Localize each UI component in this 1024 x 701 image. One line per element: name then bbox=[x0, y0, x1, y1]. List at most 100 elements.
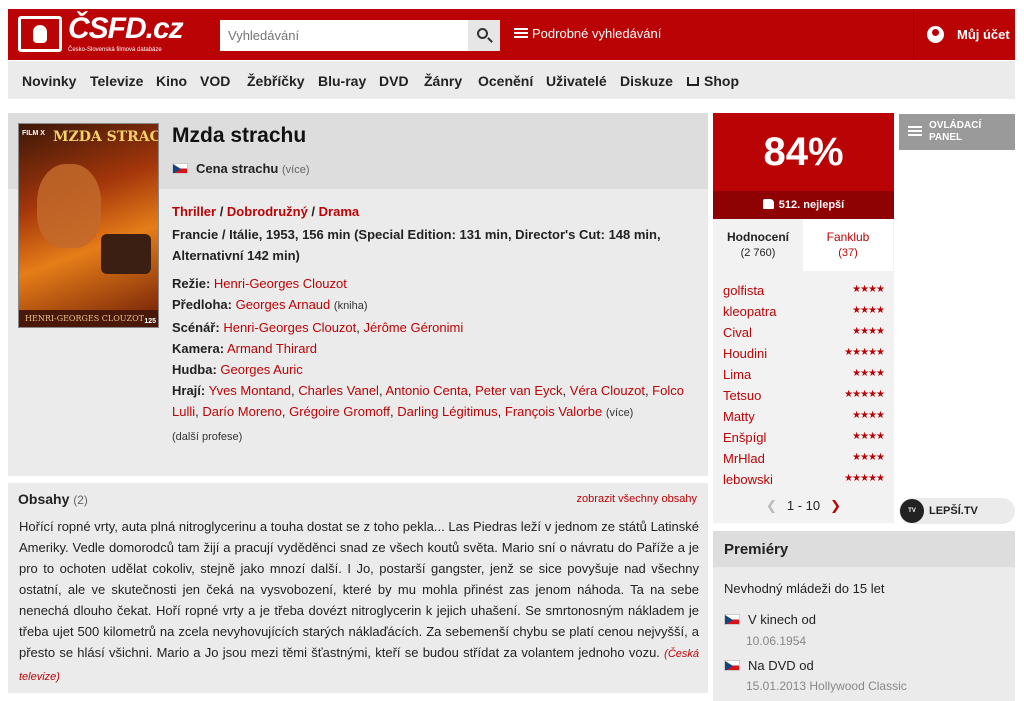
control-panel-button[interactable]: OVLÁDACÍ PANEL bbox=[899, 114, 1015, 150]
rating-user-link[interactable]: Tetsuo bbox=[723, 388, 761, 403]
actor-link[interactable]: Yves Montand bbox=[209, 383, 291, 398]
music-link[interactable]: Georges Auric bbox=[220, 362, 302, 377]
rating-user-link[interactable]: lebowski bbox=[723, 472, 773, 487]
nav-item-bluray[interactable]: Blu-ray bbox=[318, 73, 366, 89]
rating-box: 84% 512. nejlepší Hodnocení (2 760) Fankl… bbox=[713, 113, 894, 523]
tab-fanclub-count: (37) bbox=[838, 247, 858, 259]
actor-link[interactable]: Véra Clouzot bbox=[570, 383, 645, 398]
rating-stars-icon: ★★★★ bbox=[852, 368, 885, 379]
plot-heading: Obsahy (2) bbox=[18, 491, 88, 507]
rating-user-link[interactable]: Matty bbox=[723, 409, 755, 424]
tab-ratings-label: Hodnocení bbox=[727, 230, 789, 244]
logo-subtitle: Česko-Slovenská filmová databáze bbox=[68, 47, 162, 53]
film-poster[interactable]: FILM X MZDA STRACHU HENRI-GEORGES CLOUZO… bbox=[18, 123, 159, 328]
nav-item-televize[interactable]: Televize bbox=[90, 73, 143, 89]
rating-user-link[interactable]: Lima bbox=[723, 367, 751, 382]
directing-label: Režie: bbox=[172, 276, 211, 291]
nav-item-diskuze[interactable]: Diskuze bbox=[620, 73, 673, 89]
rating-stars-icon: ★★★★★ bbox=[844, 347, 885, 358]
user-ratings-list: golfista ★★★★ kleopatra ★★★★ Cival ★★★★ Houdin… bbox=[713, 281, 894, 491]
thumbs-up-icon bbox=[762, 199, 774, 209]
nav-item-uzivatele[interactable]: Uživatelé bbox=[546, 73, 607, 89]
best-rank[interactable]: 512. nejlepší bbox=[713, 191, 894, 219]
rating-user-link[interactable]: golfista bbox=[723, 283, 764, 298]
logo-icon bbox=[18, 16, 62, 52]
sliders-icon bbox=[514, 28, 528, 39]
tab-ratings[interactable]: Hodnocení (2 760) bbox=[713, 219, 803, 271]
nav-item-zanry[interactable]: Žánry bbox=[424, 73, 462, 89]
genre-dobrodruzny[interactable]: Dobrodružný bbox=[227, 204, 308, 219]
rating-user-link[interactable]: Enšpígl bbox=[723, 430, 766, 445]
film-crew: Režie: Henri-Georges Clouzot Předloha: G… bbox=[172, 276, 684, 443]
site-logo[interactable]: ČSFD.cz Česko-Slovenská filmová databáze bbox=[18, 12, 188, 56]
account-button[interactable]: Můj účet bbox=[913, 9, 1015, 60]
plot-section: Obsahy (2) zobrazit všechny obsahy Hoříc… bbox=[8, 483, 708, 693]
film-origin: Francie / Itálie, 1953, 156 min (Special… bbox=[172, 227, 661, 263]
control-panel-label: OVLÁDACÍ PANEL bbox=[929, 120, 982, 143]
ratings-pager: ❮ 1 - 10 ❯ bbox=[713, 498, 894, 514]
nav-item-vod[interactable]: VOD bbox=[200, 73, 230, 89]
rating-score: 84% bbox=[713, 113, 894, 191]
rating-user-link[interactable]: MrHlad bbox=[723, 451, 765, 466]
actor-link[interactable]: Peter van Eyck bbox=[475, 383, 562, 398]
page-title: Mzda strachu bbox=[172, 124, 307, 147]
rating-stars-icon: ★★★★ bbox=[852, 431, 885, 442]
search-input[interactable] bbox=[220, 20, 468, 51]
lepsi-tv-icon: TV bbox=[900, 499, 924, 523]
actor-link[interactable]: Darling Légitimus bbox=[397, 404, 497, 419]
actor-link[interactable]: Antonio Centa bbox=[385, 383, 467, 398]
next-page-icon[interactable]: ❯ bbox=[830, 498, 841, 513]
actor-link[interactable]: François Valorbe bbox=[505, 404, 602, 419]
premiere-dvd-date: 15.01.2013 Hollywood Classic bbox=[746, 679, 907, 693]
nav-item-shop[interactable]: Shop bbox=[687, 73, 739, 89]
alt-names-more-link[interactable]: (více) bbox=[282, 164, 310, 176]
nav-item-oceneni[interactable]: Ocenění bbox=[478, 73, 533, 89]
rating-row: kleopatra ★★★★ bbox=[713, 302, 894, 323]
account-label: Můj účet bbox=[957, 27, 1010, 42]
genre-drama[interactable]: Drama bbox=[319, 204, 359, 219]
lepsi-tv-link[interactable]: TV LEPŠÍ.TV bbox=[899, 498, 1015, 524]
nav-item-dvd[interactable]: DVD bbox=[379, 73, 409, 89]
plot-count: (2) bbox=[73, 493, 88, 507]
nav-shop-label: Shop bbox=[704, 73, 739, 89]
user-icon bbox=[927, 26, 944, 43]
actor-link[interactable]: Grégoire Gromoff bbox=[289, 404, 390, 419]
genre-thriller[interactable]: Thriller bbox=[172, 204, 216, 219]
source-author-link[interactable]: Georges Arnaud bbox=[236, 297, 331, 312]
advanced-search-label: Podrobné vyhledávání bbox=[532, 26, 662, 41]
czech-flag-icon bbox=[724, 660, 740, 671]
lepsi-tv-label: LEPŠÍ.TV bbox=[929, 505, 978, 517]
rating-user-link[interactable]: Houdini bbox=[723, 346, 767, 361]
cast-more-link[interactable]: (více) bbox=[606, 407, 634, 419]
more-professions-link[interactable]: (další profese) bbox=[172, 431, 242, 443]
rating-user-link[interactable]: Cival bbox=[723, 325, 752, 340]
prev-page-icon[interactable]: ❮ bbox=[766, 498, 777, 513]
premieres-box: Premiéry Nevhodný mládeži do 15 let V ki… bbox=[713, 531, 1015, 701]
rating-row: Cival ★★★★ bbox=[713, 323, 894, 344]
director-link[interactable]: Henri-Georges Clouzot bbox=[214, 276, 347, 291]
search-button[interactable] bbox=[468, 20, 500, 51]
camera-link[interactable]: Armand Thirard bbox=[227, 341, 317, 356]
nav-item-novinky[interactable]: Novinky bbox=[22, 73, 76, 89]
poster-machine bbox=[101, 234, 151, 274]
cart-icon bbox=[687, 77, 699, 86]
rating-row: Houdini ★★★★★ bbox=[713, 344, 894, 365]
actor-link[interactable]: Darío Moreno bbox=[202, 404, 281, 419]
show-all-plots-link[interactable]: zobrazit všechny obsahy bbox=[577, 493, 697, 505]
rating-user-link[interactable]: kleopatra bbox=[723, 304, 776, 319]
nav-item-zebricky[interactable]: Žebříčky bbox=[247, 73, 305, 89]
tab-fanclub-label: Fanklub bbox=[826, 230, 870, 244]
advanced-search-link[interactable]: Podrobné vyhledávání bbox=[514, 26, 661, 41]
writer-link[interactable]: Henri-Georges Clouzot bbox=[223, 320, 356, 335]
poster-number: 125 bbox=[144, 318, 156, 325]
rating-row: golfista ★★★★ bbox=[713, 281, 894, 302]
tab-fanclub[interactable]: Fanklub (37) bbox=[803, 219, 893, 271]
rating-row: Tetsuo ★★★★★ bbox=[713, 386, 894, 407]
rating-row: MrHlad ★★★★ bbox=[713, 449, 894, 470]
nav-item-kino[interactable]: Kino bbox=[156, 73, 187, 89]
actor-link[interactable]: Charles Vanel bbox=[298, 383, 379, 398]
main-nav: Novinky Televize Kino VOD Žebříčky Blu-r… bbox=[8, 61, 1015, 99]
writer-link[interactable]: Jérôme Géronimi bbox=[364, 320, 464, 335]
search-icon bbox=[477, 28, 488, 39]
plot-body: Hořící ropné vrty, auta plná nitroglycer… bbox=[19, 519, 699, 660]
